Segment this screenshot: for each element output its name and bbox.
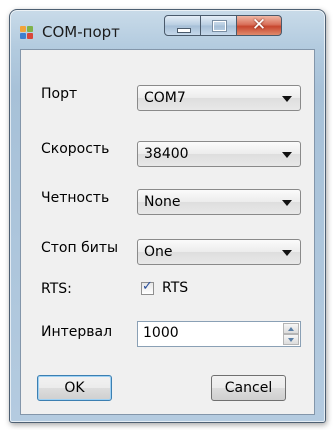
speed-select[interactable]: 38400 — [137, 141, 301, 167]
rts-label: RTS: — [41, 281, 72, 297]
rts-checkbox[interactable]: ✓ — [141, 279, 154, 295]
minimize-icon — [177, 28, 191, 33]
window-title: COM-порт — [42, 23, 120, 41]
spin-up-button[interactable] — [283, 323, 299, 334]
port-select[interactable]: COM7 — [137, 85, 301, 111]
stopbits-label: Стоп биты — [41, 240, 119, 256]
port-label: Порт — [41, 86, 78, 102]
app-window-icon — [20, 26, 34, 40]
parity-select[interactable]: None — [137, 189, 301, 215]
spin-buttons — [283, 323, 299, 345]
parity-select-value: None — [144, 194, 181, 210]
stopbits-select-value: One — [144, 244, 173, 260]
parity-label: Четность — [41, 190, 110, 206]
cancel-button[interactable]: Cancel — [211, 375, 286, 401]
maximize-button[interactable] — [200, 15, 237, 36]
spin-up-icon — [288, 327, 294, 331]
rts-checkbox-label[interactable]: RTS — [162, 280, 188, 296]
ok-button[interactable]: OK — [37, 375, 112, 401]
spin-down-icon — [288, 338, 294, 342]
interval-spinbox[interactable]: 1000 — [137, 321, 301, 347]
stopbits-select[interactable]: One — [137, 239, 301, 265]
dialog-client-area: Порт COM7 Скорость 38400 Четность None С… — [20, 49, 315, 415]
speed-select-value: 38400 — [144, 146, 189, 162]
port-select-value: COM7 — [144, 90, 186, 106]
checkmark-icon: ✓ — [142, 279, 153, 294]
interval-value[interactable]: 1000 — [143, 325, 179, 341]
chevron-down-icon — [282, 250, 292, 256]
com-port-dialog: COM-порт ✕ Порт COM7 Скорость 38400 Четн… — [9, 9, 326, 423]
interval-label: Интервал — [41, 324, 113, 340]
close-icon: ✕ — [251, 15, 267, 35]
chevron-down-icon — [282, 200, 292, 206]
chevron-down-icon — [282, 96, 292, 102]
maximize-icon — [212, 20, 227, 32]
chevron-down-icon — [282, 152, 292, 158]
speed-label: Скорость — [41, 141, 110, 157]
title-bar[interactable]: COM-порт ✕ — [10, 10, 325, 52]
minimize-button[interactable] — [164, 15, 201, 36]
spin-down-button[interactable] — [283, 334, 299, 345]
close-button[interactable]: ✕ — [236, 15, 282, 36]
caption-buttons: ✕ — [164, 15, 310, 37]
